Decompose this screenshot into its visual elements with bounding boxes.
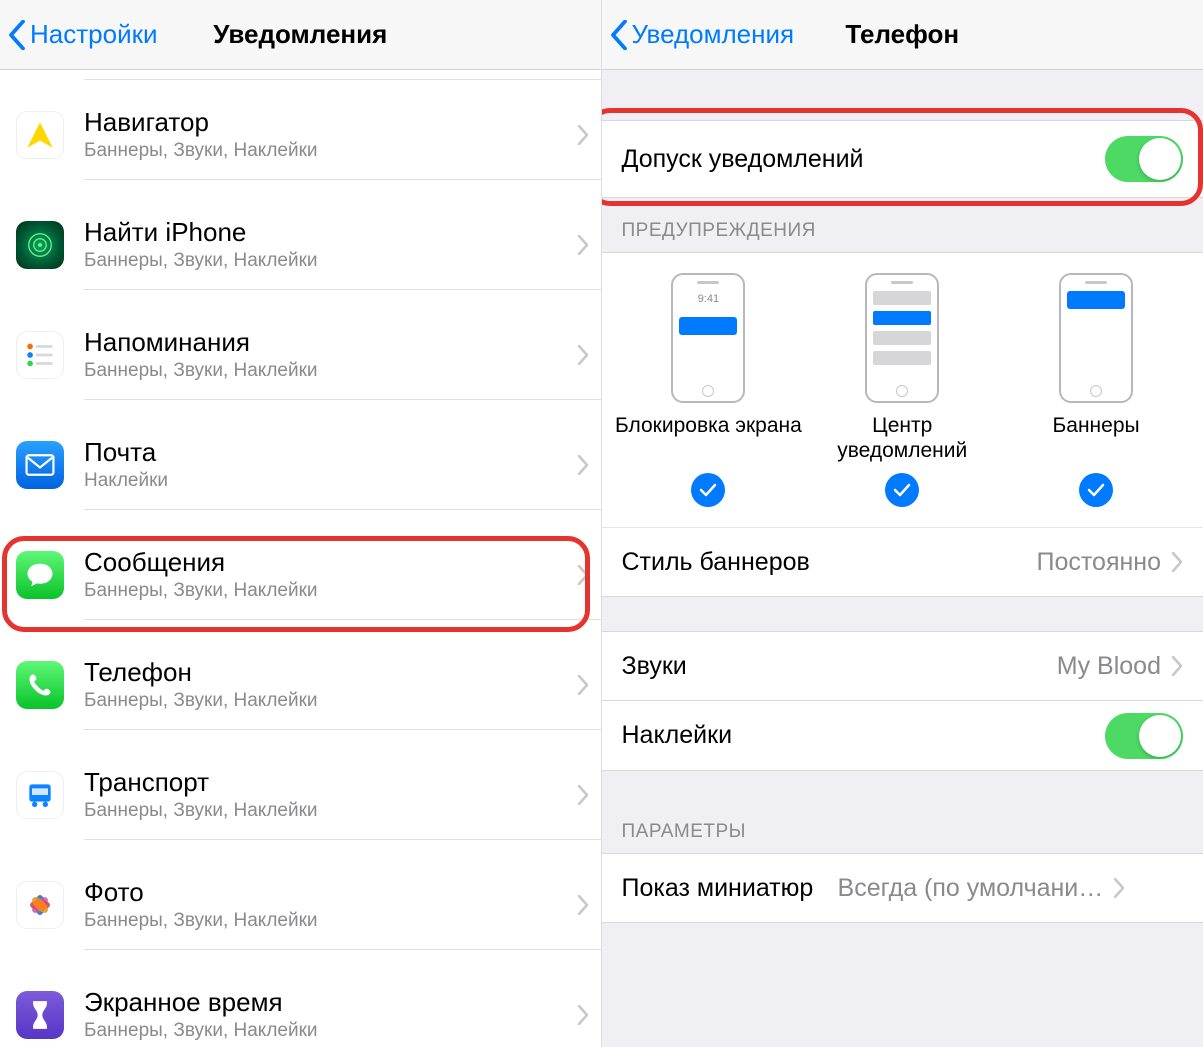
preview-banners-icon: [1059, 273, 1133, 403]
alert-label: Блокировка экрана: [615, 413, 802, 465]
chevron-right-icon: [577, 785, 589, 805]
alert-label: Баннеры: [1053, 413, 1140, 465]
preview-center-icon: [865, 273, 939, 403]
checkmark-icon: [1079, 473, 1113, 507]
app-title: Телефон: [84, 657, 577, 688]
navigator-icon: [16, 111, 64, 159]
app-title: Навигатор: [84, 107, 577, 138]
app-title: Фото: [84, 877, 577, 908]
alert-option-lockscreen[interactable]: 9:41 Блокировка экрана: [613, 273, 803, 507]
app-row-reminders[interactable]: Напоминания Баннеры, Звуки, Наклейки: [0, 300, 601, 410]
chevron-right-icon: [577, 565, 589, 585]
alert-option-banners[interactable]: Баннеры: [1001, 273, 1191, 507]
app-row-photos[interactable]: Фото Баннеры, Звуки, Наклейки: [0, 850, 601, 960]
app-row-screentime[interactable]: Экранное время Баннеры, Звуки, Наклейки: [0, 960, 601, 1047]
app-row-messages[interactable]: Сообщения Баннеры, Звуки, Наклейки: [0, 520, 601, 630]
app-sub: Баннеры, Звуки, Наклейки: [84, 690, 577, 712]
app-sub: Баннеры, Звуки, Наклейки: [84, 800, 577, 822]
section-header-params: ПАРАМЕТРЫ: [602, 771, 1203, 853]
back-label: Настройки: [30, 19, 158, 50]
app-title: Экранное время: [84, 987, 577, 1018]
banner-style-value: Постоянно: [1037, 548, 1162, 577]
chevron-right-icon: [1113, 878, 1125, 898]
sounds-cell[interactable]: Звуки My Blood: [602, 631, 1203, 701]
app-title: Сообщения: [84, 547, 577, 578]
chevron-right-icon: [577, 675, 589, 695]
chevron-left-icon: [610, 20, 628, 50]
preview-lockscreen-icon: 9:41: [671, 273, 745, 403]
phone-notification-settings-screen: Уведомления Телефон Допуск уведомлений П…: [602, 0, 1203, 1047]
photos-icon: [16, 881, 64, 929]
app-sub: Баннеры, Звуки, Наклейки: [84, 1020, 577, 1042]
transport-icon: [16, 771, 64, 819]
thumbnails-label: Показ миниатюр: [622, 874, 814, 903]
chevron-right-icon: [577, 345, 589, 365]
back-button[interactable]: Настройки: [8, 19, 158, 50]
checkmark-icon: [691, 473, 725, 507]
app-title: Транспорт: [84, 767, 577, 798]
chevron-right-icon: [577, 235, 589, 255]
nav-bar: Уведомления Телефон: [602, 0, 1203, 70]
app-sub: Баннеры, Звуки, Наклейки: [84, 580, 577, 602]
badges-switch[interactable]: [1105, 713, 1183, 759]
chevron-right-icon: [577, 1005, 589, 1025]
app-row-phone[interactable]: Телефон Баннеры, Звуки, Наклейки: [0, 630, 601, 740]
phone-icon: [16, 661, 64, 709]
reminders-icon: [16, 331, 64, 379]
screentime-icon: [16, 991, 64, 1039]
mail-icon: [16, 441, 64, 489]
app-list: Навигатор Баннеры, Звуки, Наклейки Найти…: [0, 70, 601, 1047]
allow-notifications-cell[interactable]: Допуск уведомлений: [602, 120, 1203, 198]
banner-style-cell[interactable]: Стиль баннеров Постоянно: [602, 527, 1203, 597]
app-sub: Баннеры, Звуки, Наклейки: [84, 250, 577, 272]
chevron-right-icon: [1171, 656, 1183, 676]
thumbnails-cell[interactable]: Показ миниатюр Всегда (по умолчани…: [602, 853, 1203, 923]
messages-icon: [16, 551, 64, 599]
allow-switch[interactable]: [1105, 136, 1183, 182]
app-row-findiphone[interactable]: Найти iPhone Баннеры, Звуки, Наклейки: [0, 190, 601, 300]
chevron-left-icon: [8, 20, 26, 50]
banner-style-label: Стиль баннеров: [622, 548, 1037, 577]
alert-label: Центр уведомлений: [807, 413, 997, 465]
app-sub: Баннеры, Звуки, Наклейки: [84, 140, 577, 162]
chevron-right-icon: [577, 455, 589, 475]
app-row-navigator[interactable]: Навигатор Баннеры, Звуки, Наклейки: [0, 80, 601, 190]
chevron-right-icon: [1171, 552, 1183, 572]
section-header-alerts: ПРЕДУПРЕЖДЕНИЯ: [602, 198, 1203, 252]
alert-option-center[interactable]: Центр уведомлений: [807, 273, 997, 507]
app-sub: Баннеры, Звуки, Наклейки: [84, 910, 577, 932]
findiphone-icon: [16, 221, 64, 269]
sounds-label: Звуки: [622, 652, 1057, 681]
allow-label: Допуск уведомлений: [622, 145, 1106, 174]
thumbnails-value: Всегда (по умолчани…: [823, 874, 1103, 903]
nav-bar: Настройки Уведомления: [0, 0, 601, 70]
chevron-right-icon: [577, 895, 589, 915]
app-sub: Баннеры, Звуки, Наклейки: [84, 360, 577, 382]
app-row-mail[interactable]: Почта Наклейки: [0, 410, 601, 520]
app-sub: Наклейки: [84, 470, 577, 492]
badges-cell[interactable]: Наклейки: [602, 701, 1203, 771]
badges-label: Наклейки: [622, 721, 1106, 750]
alerts-options: 9:41 Блокировка экрана Центр уведомлений: [602, 252, 1203, 527]
back-label: Уведомления: [632, 19, 795, 50]
back-button[interactable]: Уведомления: [610, 19, 795, 50]
app-title: Найти iPhone: [84, 217, 577, 248]
app-title: Почта: [84, 437, 577, 468]
app-title: Напоминания: [84, 327, 577, 358]
chevron-right-icon: [577, 125, 589, 145]
app-row-transport[interactable]: Транспорт Баннеры, Звуки, Наклейки: [0, 740, 601, 850]
notifications-list-screen: Настройки Уведомления Навигатор Баннеры,…: [0, 0, 602, 1047]
sounds-value: My Blood: [1057, 652, 1161, 681]
checkmark-icon: [885, 473, 919, 507]
